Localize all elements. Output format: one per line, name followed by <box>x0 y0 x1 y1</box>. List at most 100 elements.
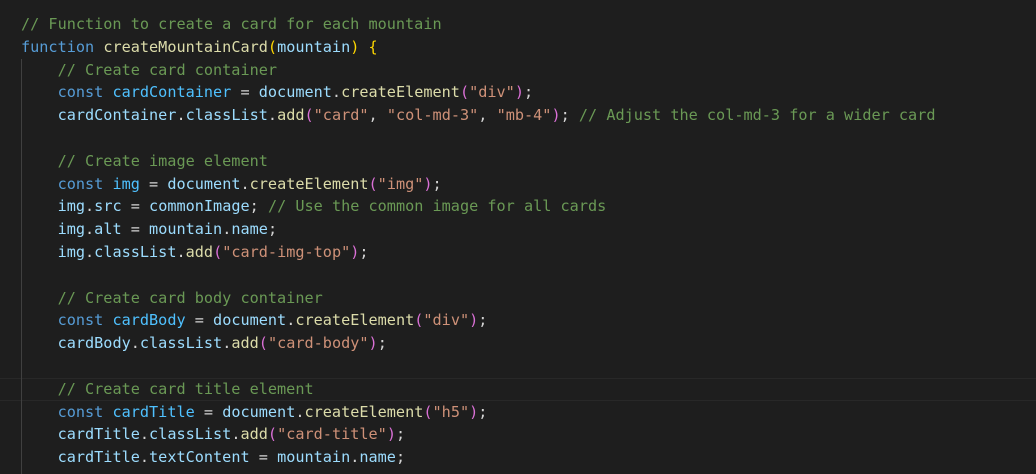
code-token: ) <box>350 37 360 56</box>
code-token: . <box>139 425 150 444</box>
code-token: // Create card title element <box>57 379 314 398</box>
code-token: mountain <box>149 220 223 239</box>
code-token: function <box>21 37 95 56</box>
code-token: mountain <box>277 448 351 467</box>
code-token: const <box>57 402 104 421</box>
code-token: = <box>185 311 214 330</box>
code-token: "card-img-top" <box>222 243 351 261</box>
code-token: ) <box>551 106 561 125</box>
code-token: . <box>85 220 95 239</box>
code-line[interactable]: // Create image element <box>21 150 268 173</box>
code-line[interactable]: const img = document.createElement("img"… <box>21 173 442 196</box>
code-token: ) <box>368 334 378 353</box>
code-token: classList <box>139 334 223 353</box>
code-token: , <box>368 106 387 125</box>
code-token: = <box>121 197 150 216</box>
code-token: classList <box>94 243 177 261</box>
code-token: . <box>267 106 278 125</box>
code-token: { <box>368 37 378 56</box>
code-token: // Create image element <box>57 151 268 170</box>
code-token: cardBody <box>112 311 186 330</box>
code-token: . <box>130 334 140 353</box>
code-token: = <box>139 174 168 193</box>
code-token: img <box>112 174 140 193</box>
code-token: ; <box>395 425 406 444</box>
code-line[interactable]: const cardTitle = document.createElement… <box>21 401 488 424</box>
code-token: classList <box>185 106 268 125</box>
code-token: createElement <box>249 174 369 193</box>
code-token: ( <box>267 37 278 56</box>
code-token: createElement <box>295 311 415 330</box>
code-token: name <box>359 448 396 467</box>
code-line[interactable]: cardTitle.classList.add("card-title"); <box>21 423 406 446</box>
code-token: add <box>231 334 259 353</box>
code-token: add <box>240 425 268 444</box>
code-token: "card-title" <box>277 425 387 444</box>
code-token: ) <box>423 174 433 193</box>
code-token: createMountainCard <box>103 37 268 56</box>
code-line[interactable]: // Function to create a card for each mo… <box>21 13 442 36</box>
code-token: add <box>185 243 214 261</box>
code-token: , <box>478 106 497 125</box>
code-token: src <box>94 197 122 216</box>
code-token: ) <box>469 311 479 330</box>
code-token: commonImage <box>149 197 250 216</box>
code-token: // Adjust the col-md-3 for a wider card <box>578 106 936 125</box>
code-token: ; <box>478 402 488 421</box>
code-token: "div" <box>423 311 470 330</box>
code-token: . <box>222 220 232 239</box>
code-line[interactable]: // Create card title element <box>21 378 314 401</box>
code-line[interactable]: cardTitle.textContent = mountain.name; <box>21 446 406 469</box>
code-token: const <box>57 83 104 102</box>
code-token: img <box>57 220 86 239</box>
code-token: mountain <box>277 37 351 56</box>
code-token: ( <box>368 174 378 193</box>
code-line[interactable]: cardContainer.classList.add("card", "col… <box>21 104 936 127</box>
code-token: . <box>286 311 296 330</box>
code-token: . <box>222 334 232 353</box>
code-token: add <box>277 106 305 125</box>
code-token: document <box>222 402 296 421</box>
code-token: ; <box>377 334 387 353</box>
code-token: ) <box>514 83 524 102</box>
code-line[interactable]: const cardContainer = document.createEle… <box>21 81 534 104</box>
code-line[interactable]: // Create card container <box>21 59 277 82</box>
code-token: img <box>57 243 86 261</box>
code-token: // Create card container <box>57 60 278 79</box>
code-token: "col-md-3" <box>386 106 479 125</box>
code-line[interactable]: img.src = commonImage; // Use the common… <box>21 195 607 218</box>
code-token: // Create card body container <box>57 288 323 307</box>
code-token: . <box>295 402 305 421</box>
code-token: . <box>350 448 360 467</box>
code-line[interactable]: // Create card body container <box>21 287 323 310</box>
code-token: ; <box>359 243 369 261</box>
code-token: cardTitle <box>112 402 195 421</box>
code-token: // Use the common image for all cards <box>267 197 607 216</box>
code-token: cardContainer <box>112 83 232 102</box>
code-editor[interactable]: // Function to create a card for each mo… <box>0 0 1036 474</box>
code-token: cardTitle <box>57 448 140 467</box>
code-line[interactable]: const cardBody = document.createElement(… <box>21 309 488 332</box>
code-token: . <box>85 197 95 216</box>
code-token: "div" <box>469 83 515 102</box>
code-token: = <box>231 83 259 102</box>
code-token: createElement <box>341 83 460 102</box>
code-token: ( <box>267 425 278 444</box>
code-token: ; <box>478 311 488 330</box>
code-token: ( <box>304 106 314 125</box>
code-token: . <box>176 106 186 125</box>
code-token: ; <box>432 174 442 193</box>
code-token: name <box>231 220 268 239</box>
code-token: cardBody <box>57 334 131 353</box>
code-token: "mb-4" <box>496 106 552 125</box>
code-token: cardContainer <box>57 106 177 125</box>
code-line[interactable]: function createMountainCard(mountain) { <box>21 36 378 59</box>
code-token: const <box>57 311 104 330</box>
code-line[interactable]: img.classList.add("card-img-top"); <box>21 241 369 264</box>
code-token: ; <box>560 106 579 125</box>
code-token: = <box>121 220 150 239</box>
code-token: document <box>258 83 332 102</box>
code-line[interactable]: img.alt = mountain.name; <box>21 218 278 241</box>
code-line[interactable]: cardBody.classList.add("card-body"); <box>21 332 387 355</box>
